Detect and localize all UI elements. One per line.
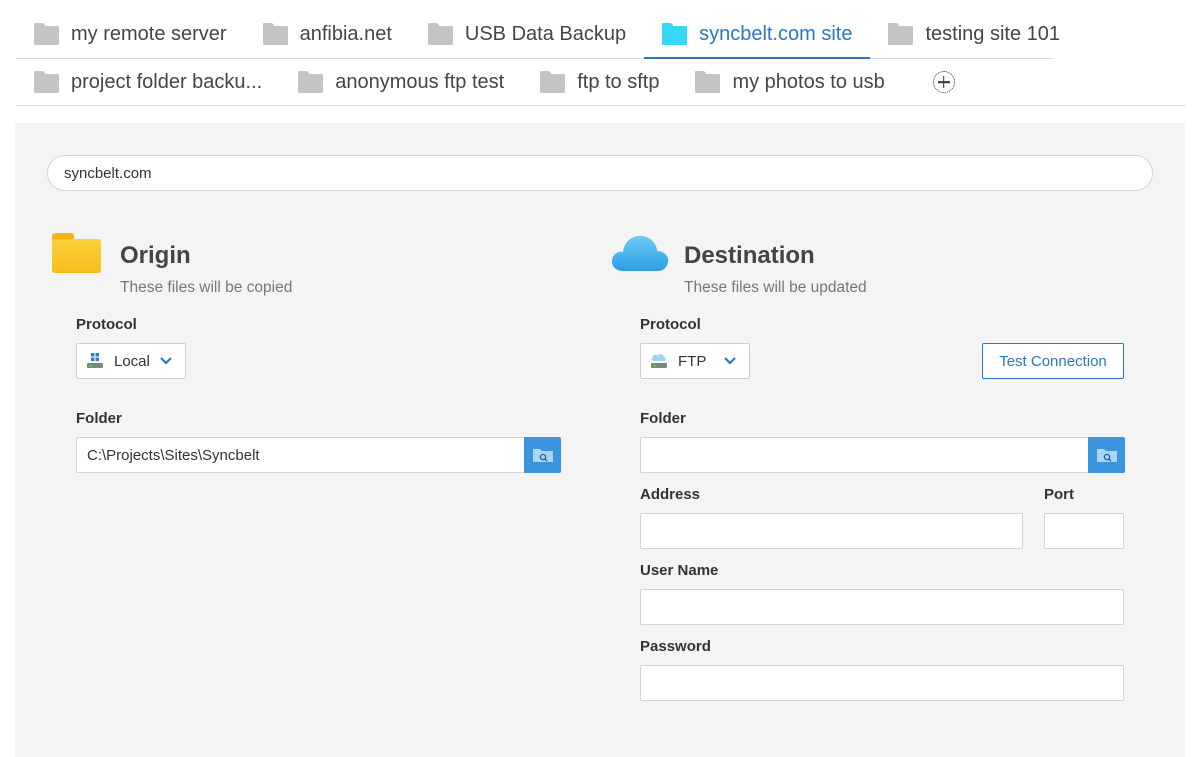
tab-anfibia-net[interactable]: anfibia.net [245,8,410,58]
ftp-server-icon [651,354,667,368]
destination-folder-label: Folder [640,410,686,427]
tab-label: syncbelt.com site [699,22,853,45]
origin-protocol-value: Local [114,352,150,370]
cloud-icon [611,235,669,271]
folder-icon [262,23,288,45]
folder-icon [52,233,101,273]
folder-icon [298,71,324,93]
port-label: Port [1044,486,1074,503]
tab-usb-data-backup[interactable]: USB Data Backup [410,8,644,58]
origin-folder-label: Folder [76,410,122,427]
folder-search-icon [1096,449,1117,462]
folder-icon [34,23,59,45]
destination-protocol-label: Protocol [640,316,701,333]
tab-row-1: my remote server anfibia.net USB Data Ba… [16,8,1060,59]
add-tab-button[interactable] [903,59,967,105]
destination-subtitle: These files will be updated [684,279,867,296]
folder-icon [540,71,566,93]
username-label: User Name [640,562,719,579]
address-input[interactable] [640,513,1023,549]
tab-label: ftp to sftp [577,70,660,93]
chevron-down-icon [160,357,172,365]
tab-label: anfibia.net [299,22,392,45]
folder-icon [427,23,453,45]
folder-icon [695,71,721,93]
tab-label: my photos to usb [732,70,885,93]
origin-browse-button[interactable] [524,437,561,473]
password-label: Password [640,638,711,655]
origin-folder-input[interactable] [76,437,525,473]
job-editor-panel: Origin These files will be copied Destin… [15,123,1185,757]
destination-header: Destination These files will be updated [611,233,867,297]
tab-my-photos-to-usb[interactable]: my photos to usb [677,59,902,105]
folder-icon [662,23,688,45]
address-label: Address [640,486,701,503]
tab-anonymous-ftp-test[interactable]: anonymous ftp test [280,59,522,105]
folder-icon [888,23,914,45]
add-circle-icon [932,71,955,93]
tab-testing-site-101[interactable]: testing site 101 [870,8,1078,58]
origin-title: Origin [120,242,191,269]
job-name-input[interactable] [47,155,1153,191]
origin-header: Origin These files will be copied [52,233,292,297]
destination-title: Destination [684,242,815,269]
tab-label: project folder backu... [71,70,263,93]
destination-protocol-value: FTP [678,352,707,370]
destination-browse-button[interactable] [1088,437,1125,473]
local-computer-icon [87,353,103,368]
tab-label: USB Data Backup [464,22,627,45]
port-input[interactable] [1044,513,1124,549]
tab-my-remote-server[interactable]: my remote server [16,8,245,58]
password-input[interactable] [640,665,1124,701]
origin-protocol-label: Protocol [76,316,137,333]
tab-label: testing site 101 [925,22,1061,45]
folder-icon [34,71,59,93]
tab-label: anonymous ftp test [335,70,505,93]
origin-subtitle: These files will be copied [120,279,293,296]
folder-search-icon [532,449,553,462]
tab-label: my remote server [71,22,227,45]
tab-syncbelt-com-site[interactable]: syncbelt.com site [644,8,871,59]
destination-protocol-select[interactable]: FTP [640,343,750,379]
tab-project-folder-backup[interactable]: project folder backu... [16,59,280,105]
tab-row-2: project folder backu... anonymous ftp te… [16,59,1186,106]
chevron-down-icon [724,357,736,365]
origin-protocol-select[interactable]: Local [76,343,186,379]
tab-ftp-to-sftp[interactable]: ftp to sftp [522,59,677,105]
destination-folder-input[interactable] [640,437,1089,473]
username-input[interactable] [640,589,1124,625]
test-connection-button[interactable]: Test Connection [982,343,1124,379]
